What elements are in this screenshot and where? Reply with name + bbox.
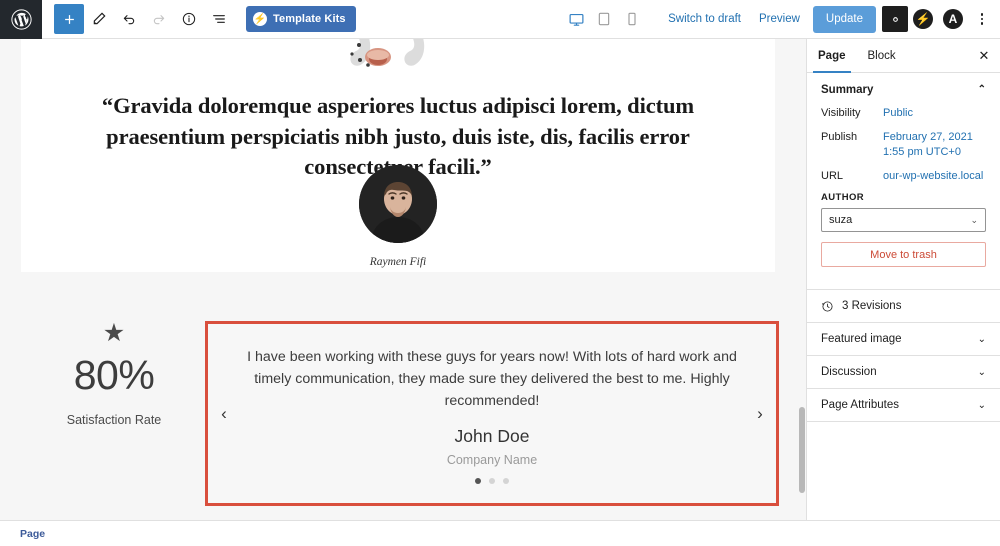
astra-icon[interactable]: A	[943, 9, 963, 29]
gear-icon[interactable]	[882, 6, 908, 32]
slider-prev-arrow[interactable]: ‹	[214, 401, 234, 427]
close-icon[interactable]: ✕	[968, 39, 1000, 72]
slider-next-arrow[interactable]: ›	[750, 401, 770, 427]
toolbar-left-group: ⚡ Template Kits	[42, 4, 356, 34]
visibility-label: Visibility	[821, 107, 861, 119]
breadcrumb[interactable]: Page	[20, 528, 45, 540]
device-preview-group	[563, 6, 645, 32]
publish-value[interactable]: February 27, 2021 1:55 pm UTC+0	[883, 130, 986, 160]
add-block-button[interactable]	[54, 4, 84, 34]
template-kits-label: Template Kits	[273, 13, 346, 25]
tab-page[interactable]: Page	[807, 39, 857, 73]
revisions-clock-icon	[821, 300, 834, 313]
satisfaction-stat-block[interactable]: ★ 80% Satisfaction Rate	[38, 319, 190, 428]
author-value: suza	[829, 214, 853, 227]
move-to-trash-button[interactable]: Move to trash	[821, 242, 986, 268]
publish-label: Publish	[821, 130, 858, 143]
slider-dot[interactable]	[503, 478, 509, 484]
editor-top-toolbar: ⚡ Template Kits Switch to draft Preview …	[0, 0, 1000, 39]
list-view-icon[interactable]	[204, 4, 234, 34]
wordpress-block-editor: ⚡ Template Kits Switch to draft Preview …	[0, 0, 1000, 546]
page-attributes-label: Page Attributes	[821, 399, 899, 412]
discussion-label: Discussion	[821, 366, 877, 379]
summary-rows: Visibility Public Publish February 27, 2…	[821, 106, 986, 289]
testimonial-company[interactable]: Company Name	[208, 453, 776, 467]
quote-author-group: Raymen Fifi	[21, 165, 775, 268]
edit-tool-button[interactable]	[84, 4, 114, 34]
chevron-up-icon[interactable]: ⌃	[978, 84, 986, 95]
panel-featured-image[interactable]: Featured image ⌄	[807, 323, 1000, 357]
panel-discussion[interactable]: Discussion ⌄	[807, 356, 1000, 390]
quote-block[interactable]: “Gravida doloremque asperiores luctus ad…	[21, 39, 775, 272]
switch-to-draft-button[interactable]: Switch to draft	[659, 5, 750, 33]
stat-label[interactable]: Satisfaction Rate	[38, 413, 190, 427]
visibility-value[interactable]: Public	[883, 106, 913, 121]
avatar[interactable]	[359, 165, 437, 243]
chevron-down-icon: ⌄	[970, 214, 978, 225]
desktop-preview-button[interactable]	[563, 6, 589, 32]
template-kits-button[interactable]: ⚡ Template Kits	[246, 6, 356, 32]
summary-panel: Summary ⌃ Visibility Public Publish Febr…	[807, 73, 1000, 291]
testimonial-text[interactable]: I have been working with these guys for …	[246, 346, 738, 412]
revisions-label: 3 Revisions	[842, 300, 902, 313]
redo-button[interactable]	[144, 4, 174, 34]
mobile-preview-button[interactable]	[619, 6, 645, 32]
row-publish: Publish February 27, 2021 1:55 pm UTC+0	[821, 130, 986, 160]
author-label: AUTHOR	[821, 192, 865, 204]
slider-dot[interactable]	[489, 478, 495, 484]
testimonial-author-name[interactable]: John Doe	[208, 426, 776, 447]
settings-sidebar: Page Block ✕ Summary ⌃ Visibility Public…	[806, 39, 1000, 520]
row-visibility: Visibility Public	[821, 106, 986, 121]
chevron-down-icon[interactable]: ⌄	[978, 400, 986, 411]
testimonial-slider-block[interactable]: ‹ › I have been working with these guys …	[205, 321, 779, 506]
kebab-menu-icon[interactable]	[970, 6, 994, 32]
url-value[interactable]: our-wp-website.local	[883, 169, 983, 184]
summary-panel-header[interactable]: Summary ⌃	[821, 73, 986, 106]
toolbar-right-group: Switch to draft Preview Update ⚡ A	[563, 5, 1000, 33]
info-icon[interactable]	[174, 4, 204, 34]
revisions-row[interactable]: 3 Revisions	[807, 290, 1000, 324]
canvas-scrollbar[interactable]	[798, 39, 806, 520]
summary-panel-title: Summary	[821, 83, 874, 96]
wordpress-logo-icon[interactable]	[0, 0, 42, 39]
preview-button[interactable]: Preview	[750, 5, 809, 33]
chevron-down-icon[interactable]: ⌄	[978, 367, 986, 378]
jetpack-bolt-icon[interactable]: ⚡	[913, 9, 933, 29]
editor-canvas: “Gravida doloremque asperiores luctus ad…	[0, 39, 806, 520]
slider-dots[interactable]	[208, 478, 776, 484]
bolt-icon: ⚡	[253, 12, 267, 26]
tablet-preview-button[interactable]	[591, 6, 617, 32]
url-label: URL	[821, 169, 844, 182]
author-select[interactable]: suza ⌄	[821, 208, 986, 233]
stat-value[interactable]: 80%	[38, 355, 190, 396]
chevron-down-icon[interactable]: ⌄	[978, 334, 986, 345]
star-icon: ★	[102, 319, 126, 347]
undo-button[interactable]	[114, 4, 144, 34]
row-url: URL our-wp-website.local	[821, 169, 986, 184]
quote-author-name[interactable]: Raymen Fifi	[21, 256, 775, 268]
panel-page-attributes[interactable]: Page Attributes ⌄	[807, 389, 1000, 423]
featured-image-label: Featured image	[821, 333, 902, 346]
editor-bottom-bar: Page	[0, 520, 1000, 546]
slider-dot[interactable]	[475, 478, 481, 484]
sidebar-tabs: Page Block ✕	[807, 39, 1000, 73]
canvas-scrollbar-thumb[interactable]	[799, 407, 805, 493]
update-button[interactable]: Update	[812, 5, 876, 33]
quotation-mark-graphic	[328, 39, 468, 71]
tab-block[interactable]: Block	[857, 39, 907, 72]
